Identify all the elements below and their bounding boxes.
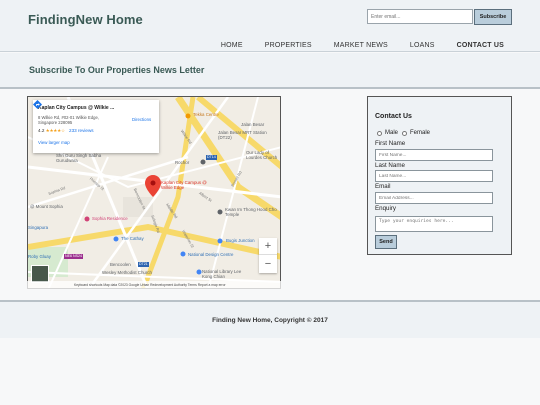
send-button[interactable]: Send xyxy=(375,235,397,249)
last-name-label: Last Name xyxy=(375,162,405,169)
gender-female-radio[interactable] xyxy=(402,131,407,136)
map-info-card: Kaplan City Campus @ Wilkie ... 8 Wilkie… xyxy=(33,100,159,153)
nav-properties[interactable]: PROPERTIES xyxy=(265,42,312,49)
rating-value: 4.2 xyxy=(38,128,45,133)
nav-loans[interactable]: LOANS xyxy=(410,42,435,49)
mrt-badge-dt21: DT21 xyxy=(138,262,149,267)
map-label-singapura: Singapura xyxy=(28,225,49,230)
map-label-rochor: Rochor xyxy=(175,160,190,165)
map-label-mount-sophia: @ Mount Sophia xyxy=(30,204,63,209)
map-label-kaplan-city-campus: Kaplan City Campus @ Wilkie Edge xyxy=(161,180,207,190)
zoom-in-button[interactable]: + xyxy=(259,238,277,255)
first-name-label: First Name xyxy=(375,140,406,147)
directions-icon[interactable] xyxy=(33,100,42,109)
map-label-bencoolen: Bencoolen xyxy=(110,262,131,267)
map-label-jalan-besar: Jalan Besar xyxy=(241,122,265,127)
directions-link[interactable]: Directions xyxy=(132,117,151,122)
map-label-bugis-junction: Bugis Junction xyxy=(226,238,255,243)
map-label-jalan-besar-mrt: Jalan Besar MRT Station (DT22) xyxy=(218,130,267,140)
nav-home[interactable]: HOME xyxy=(221,42,243,49)
zoom-out-button[interactable]: − xyxy=(259,256,277,273)
main-nav: HOME PROPERTIES MARKET NEWS LOANS CONTAC… xyxy=(199,42,504,49)
view-larger-map-link[interactable]: View larger map xyxy=(38,140,70,145)
gender-male-label: Male xyxy=(385,130,399,136)
map-label-kwan-im-temple: Kwan Im Thong Hood Cho Temple xyxy=(225,207,277,217)
last-name-input[interactable] xyxy=(375,170,493,182)
email-input[interactable] xyxy=(375,192,493,204)
enquiry-textarea[interactable] xyxy=(375,216,493,232)
contact-form: Contact Us Male Female First Name Last N… xyxy=(367,96,512,255)
site-footer: Finding New Home, Copyright © 2017 xyxy=(0,300,540,338)
map-label-national-design-centre: National Design Centre xyxy=(188,252,234,257)
map-attribution: Keyboard shortcuts Map data ©2023 Google… xyxy=(27,281,281,289)
copyright-text: Finding New Home, Copyright © 2017 xyxy=(212,317,328,324)
map-label-lourdes-church: Our Lady of Lourdes Church xyxy=(246,150,278,160)
reviews-link[interactable]: 233 reviews xyxy=(69,128,94,133)
gender-male-radio[interactable] xyxy=(377,131,382,136)
contact-title: Contact Us xyxy=(375,113,412,120)
map-label-roby-gluay: Roby Gluay xyxy=(28,254,51,259)
map-label-gurudwara: Shri Guru Singh Sabha Gurudwara xyxy=(56,153,102,163)
enquiry-label: Enquiry xyxy=(375,205,396,212)
map-zoom-controls: + − xyxy=(259,238,277,273)
site-header: FindingNew Home HOME PROPERTIES MARKET N… xyxy=(0,0,540,52)
map-label-wesley-church: Wesley Methodist Church xyxy=(102,270,152,275)
mrt-badge-ne6-ns24: NE6 NS24 xyxy=(64,254,83,259)
place-address-line2: Singapore 228095 xyxy=(38,120,73,125)
email-label: Email xyxy=(375,183,391,190)
place-address: 8 Wilkie Rd, #02-01 Wilkie Edge, Singapo… xyxy=(38,115,116,125)
map-label-the-cathay: The Cathay xyxy=(121,236,144,241)
subscribe-button[interactable]: Subscribe xyxy=(474,9,512,25)
nav-contact-us[interactable]: CONTACT US xyxy=(457,42,504,49)
newsletter-title: Subscribe To Our Properties News Letter xyxy=(29,65,205,75)
brand-logo[interactable]: FindingNew Home xyxy=(28,12,143,27)
gender-female-label: Female xyxy=(410,130,431,136)
map-label-sophia-residence: Sophia Residence xyxy=(92,216,128,221)
map-label-national-library: National Library Lee Kong Chian xyxy=(202,269,242,279)
newsletter-email-input[interactable] xyxy=(367,9,473,24)
place-title: Kaplan City Campus @ Wilkie ... xyxy=(38,105,115,111)
location-map[interactable]: Tekka Centre Jalan Besar Jalan Besar MRT… xyxy=(27,96,281,289)
nav-market-news[interactable]: MARKET NEWS xyxy=(334,42,388,49)
newsletter-bar: Subscribe To Our Properties News Letter xyxy=(0,53,540,89)
map-label-tekka-centre: Tekka Centre xyxy=(193,112,219,117)
first-name-input[interactable] xyxy=(375,149,493,161)
star-rating-icon: ★★★★☆ xyxy=(45,128,65,133)
place-rating: 4.2 ★★★★☆ 233 reviews xyxy=(38,128,94,134)
mrt-badge-dt14: DT14 xyxy=(206,155,217,160)
